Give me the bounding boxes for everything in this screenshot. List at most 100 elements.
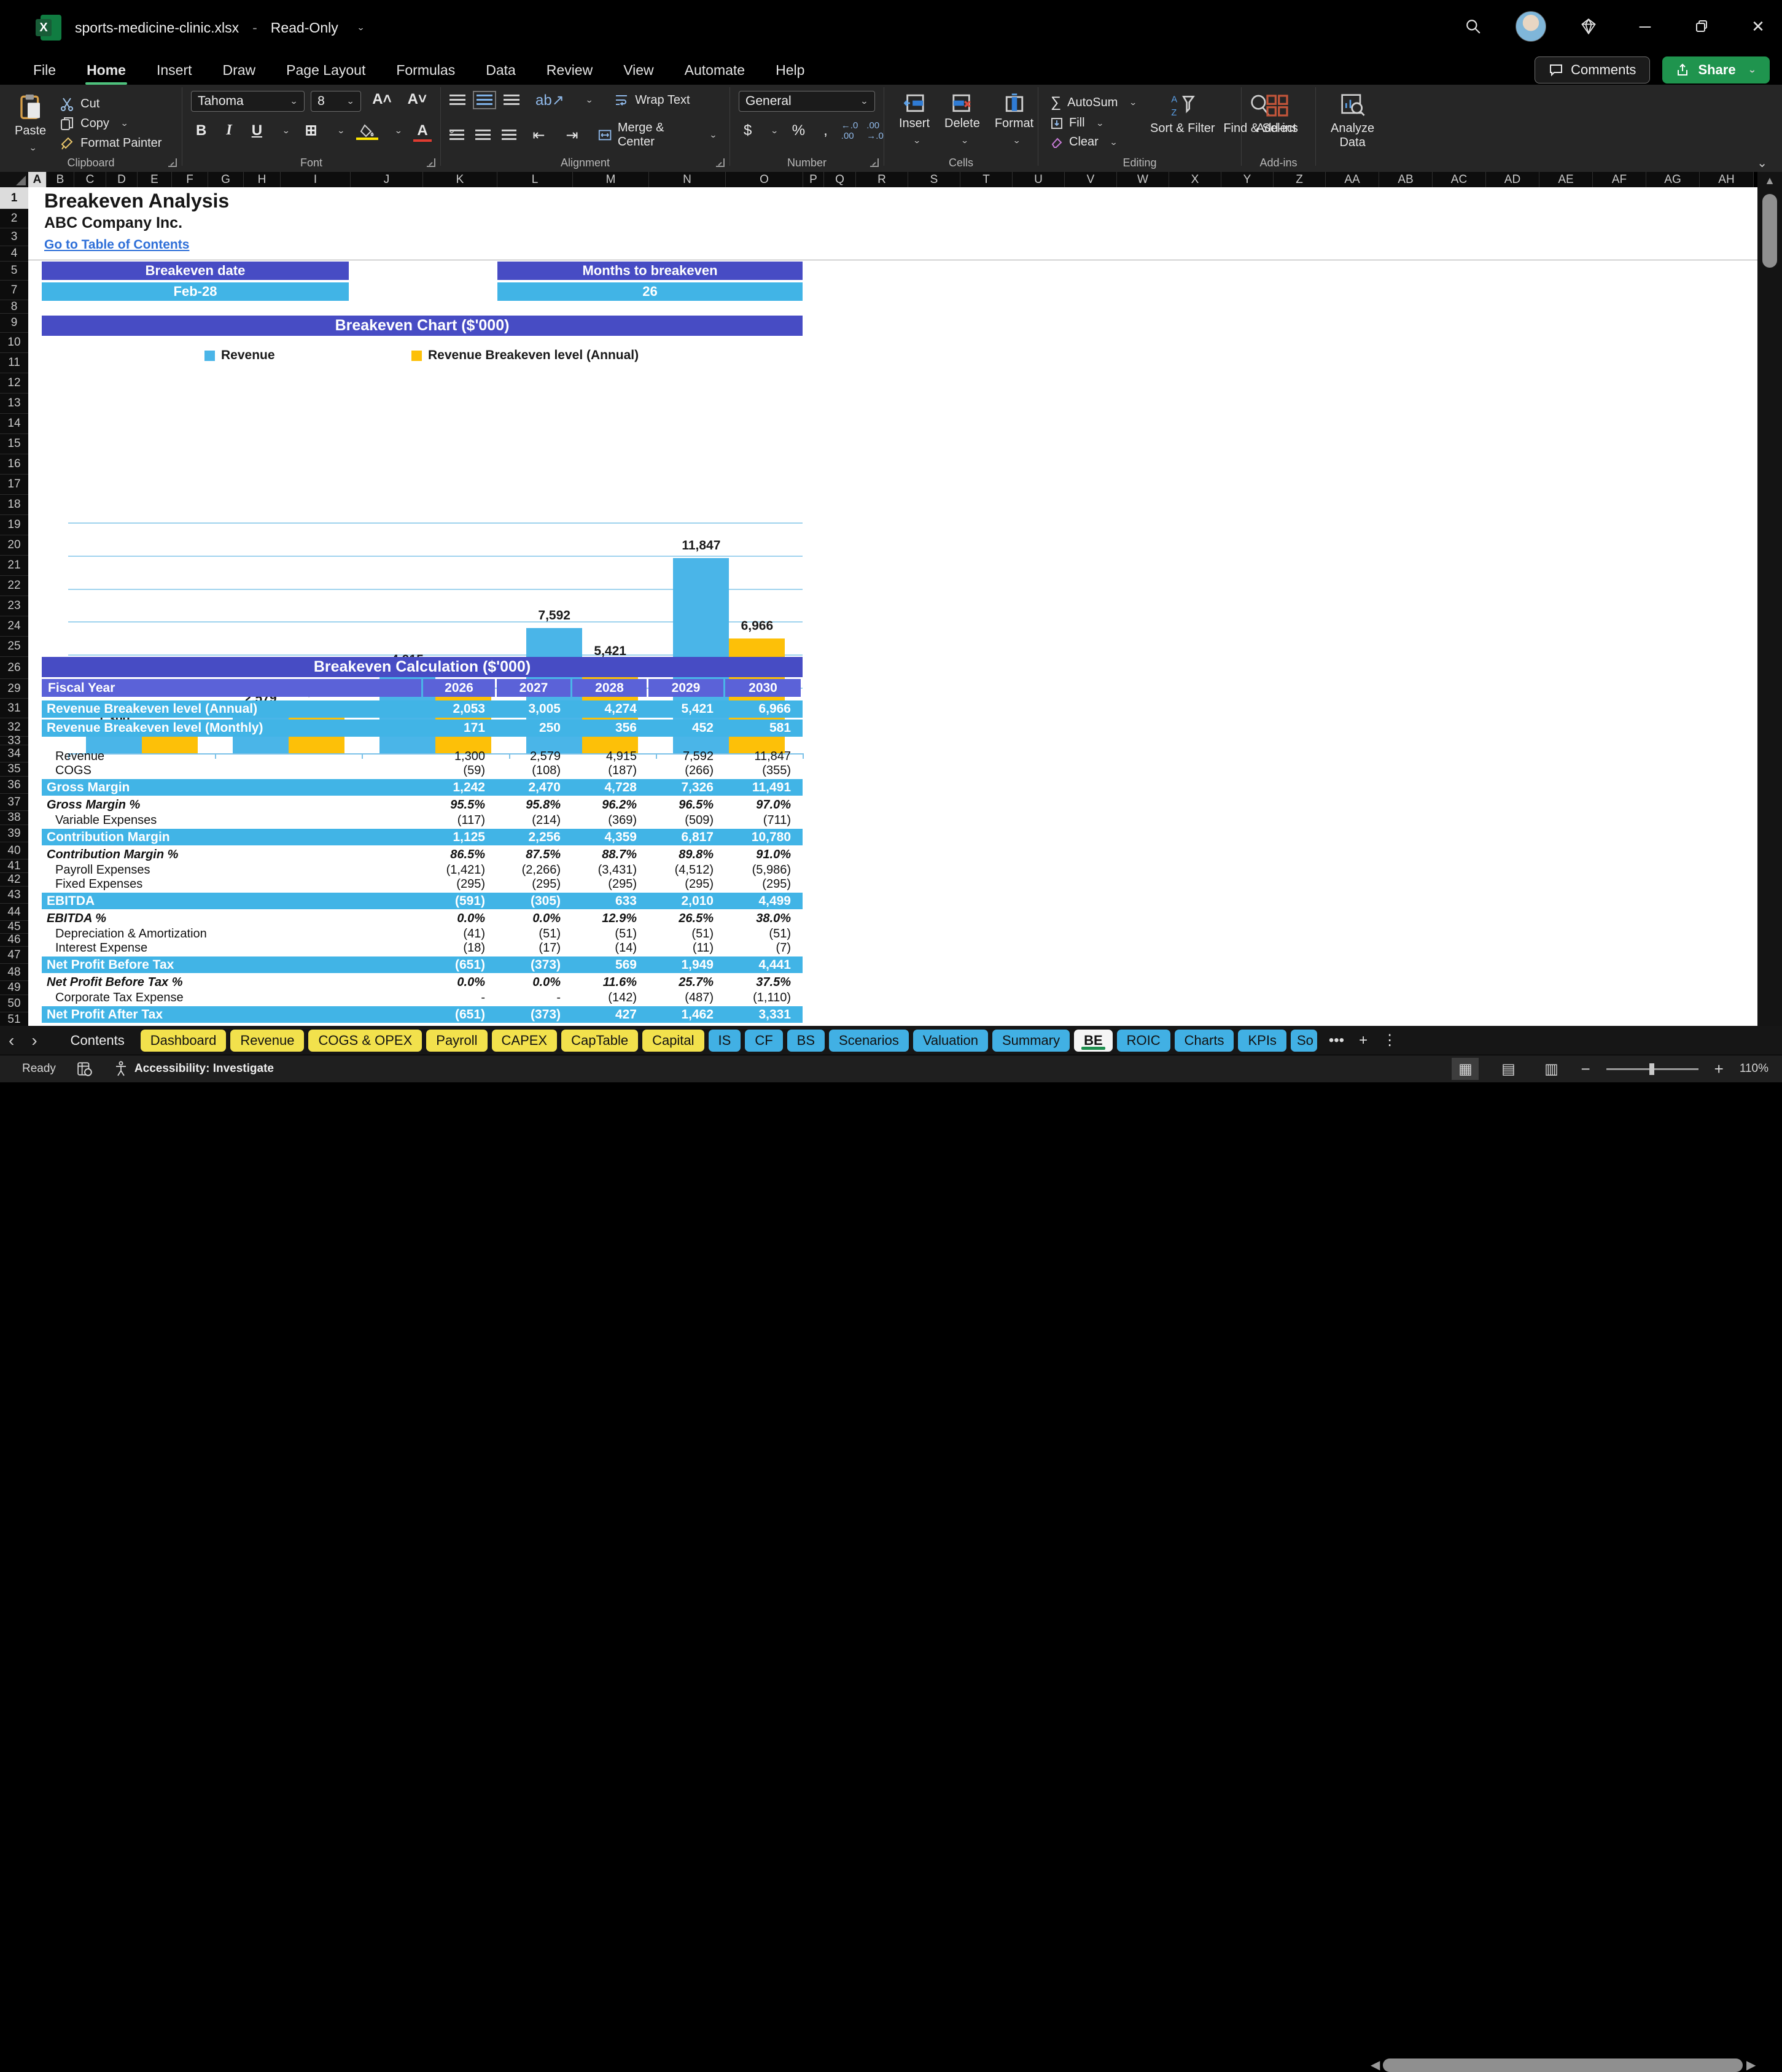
cell-value[interactable]: 86.5% xyxy=(420,848,494,862)
cell-value[interactable]: (7) xyxy=(722,941,800,955)
close-button[interactable]: ✕ xyxy=(1744,12,1772,41)
sheet-tab-bs[interactable]: BS xyxy=(787,1029,825,1052)
row-header-10[interactable]: 10 xyxy=(0,333,28,353)
cell-value[interactable]: 96.5% xyxy=(645,798,722,812)
cell-value[interactable]: 37.5% xyxy=(722,976,800,990)
row-header-33[interactable]: 33 xyxy=(0,734,28,747)
font-dialog-launcher[interactable] xyxy=(427,158,435,167)
column-header-K[interactable]: K xyxy=(423,172,497,187)
increase-indent-button[interactable]: ⇥ xyxy=(561,126,583,144)
font-name-select[interactable]: Tahoma ⌄ xyxy=(191,91,305,112)
table-row-depreciation-amortization[interactable]: Depreciation & Amortization (41) (51) (51)(… xyxy=(42,927,803,941)
cell-value[interactable]: 95.8% xyxy=(494,798,569,812)
row-header-19[interactable]: 19 xyxy=(0,515,28,535)
cell-value[interactable]: 87.5% xyxy=(494,848,569,862)
zoom-in-button[interactable]: + xyxy=(1714,1060,1724,1079)
row-header-25[interactable]: 25 xyxy=(0,637,28,657)
horizontal-scrollbar-thumb[interactable] xyxy=(1383,2058,1743,2072)
menu-tab-insert[interactable]: Insert xyxy=(146,60,203,81)
tab-scroll-right-button[interactable]: › xyxy=(23,1031,45,1050)
column-header-M[interactable]: M xyxy=(573,172,649,187)
table-row-payroll-expenses[interactable]: Payroll Expenses (1,421) (2,266) (3,431) (4,… xyxy=(42,863,803,877)
table-row-ebitda-[interactable]: EBITDA % 0.0% 0.0% 12.9% 26.5% 38.0% xyxy=(42,910,803,927)
row-header-44[interactable]: 44 xyxy=(0,904,28,921)
cell-value[interactable]: (711) xyxy=(722,813,800,828)
column-header-AH[interactable]: AH xyxy=(1700,172,1754,187)
cell-value[interactable]: 11.6% xyxy=(569,976,645,990)
cell-value[interactable]: 427 xyxy=(569,1007,645,1022)
column-header-C[interactable]: C xyxy=(74,172,106,187)
row-header-21[interactable]: 21 xyxy=(0,556,28,576)
cell-value[interactable]: (487) xyxy=(645,991,722,1005)
cell-value[interactable]: (187) xyxy=(569,764,645,778)
column-header-W[interactable]: W xyxy=(1117,172,1169,187)
cell-value[interactable]: (295) xyxy=(420,877,494,891)
column-header-B[interactable]: B xyxy=(47,172,74,187)
row-header-1[interactable]: 1 xyxy=(0,187,28,209)
cell-value[interactable]: 6,966 xyxy=(722,702,800,716)
copy-button[interactable]: Copy ⌄ xyxy=(56,114,165,133)
cell-value[interactable]: 97.0% xyxy=(722,798,800,812)
row-header-17[interactable]: 17 xyxy=(0,475,28,495)
menu-tab-data[interactable]: Data xyxy=(475,60,527,81)
chevron-down-icon[interactable]: ⌄ xyxy=(770,126,778,136)
column-header-E[interactable]: E xyxy=(138,172,172,187)
table-row-net-profit-after-tax[interactable]: Net Profit After Tax (651) (373) 427 1,462 3,… xyxy=(42,1006,803,1023)
vertical-scrollbar[interactable]: ▲ xyxy=(1757,172,1782,1026)
cell-value[interactable]: (4,512) xyxy=(645,863,722,877)
cell-value[interactable]: 3,005 xyxy=(494,702,569,716)
sheet-tab-scenarios[interactable]: Scenarios xyxy=(829,1029,909,1052)
table-row-revenue-breakeven-level-annual-[interactable]: Revenue Breakeven level (Annual) 2,053 3,0… xyxy=(42,700,803,718)
fiscal-year-2028[interactable]: 2028 xyxy=(572,679,647,697)
fiscal-year-2029[interactable]: 2029 xyxy=(648,679,723,697)
row-header-22[interactable]: 22 xyxy=(0,576,28,596)
cell-value[interactable]: 95.5% xyxy=(420,798,494,812)
table-row-contribution-margin-[interactable]: Contribution Margin % 86.5% 87.5% 88.7% 89.8… xyxy=(42,847,803,863)
cell-value[interactable]: (295) xyxy=(494,877,569,891)
comma-style-button[interactable]: , xyxy=(819,122,833,139)
sheet-tab-summary[interactable]: Summary xyxy=(992,1029,1070,1052)
cell-value[interactable]: 4,728 xyxy=(569,780,645,795)
chevron-down-icon[interactable]: ⌄ xyxy=(394,126,402,136)
cell-value[interactable]: 89.8% xyxy=(645,848,722,862)
sheet-tab-is[interactable]: IS xyxy=(708,1029,741,1052)
cell-value[interactable]: (266) xyxy=(645,764,722,778)
number-format-select[interactable]: General ⌄ xyxy=(739,91,875,112)
decrease-decimal-button[interactable]: .00 →.0 xyxy=(866,120,884,141)
cell-value[interactable]: 171 xyxy=(420,721,494,735)
menu-tab-home[interactable]: Home xyxy=(76,60,137,85)
zoom-slider[interactable] xyxy=(1606,1063,1698,1075)
table-row-fixed-expenses[interactable]: Fixed Expenses (295) (295) (295) (295) (295) xyxy=(42,877,803,891)
row-header-37[interactable]: 37 xyxy=(0,794,28,811)
row-header-42[interactable]: 42 xyxy=(0,873,28,887)
table-row-cogs[interactable]: COGS (59) (108) (187) (266) (355) xyxy=(42,764,803,778)
cell-value[interactable]: 581 xyxy=(722,721,800,735)
column-header-V[interactable]: V xyxy=(1065,172,1117,187)
cell-value[interactable]: 1,242 xyxy=(420,780,494,795)
accounting-format-button[interactable]: $ xyxy=(739,122,757,139)
macro-recording-icon[interactable] xyxy=(77,1061,93,1077)
row-header-20[interactable]: 20 xyxy=(0,535,28,556)
table-row-ebitda[interactable]: EBITDA (591) (305) 633 2,010 4,499 xyxy=(42,893,803,909)
cell-value[interactable]: (51) xyxy=(494,927,569,941)
align-top-button[interactable] xyxy=(449,95,465,106)
wrap-text-button[interactable]: Wrap Text xyxy=(610,91,693,109)
cell-value[interactable]: 5,421 xyxy=(645,702,722,716)
table-of-contents-link[interactable]: Go to Table of Contents xyxy=(44,238,189,252)
column-header-P[interactable]: P xyxy=(803,172,824,187)
cell-value[interactable]: (59) xyxy=(420,764,494,778)
cut-button[interactable]: Cut xyxy=(56,95,165,113)
row-header-18[interactable]: 18 xyxy=(0,495,28,515)
cell-value[interactable]: 4,499 xyxy=(722,894,800,909)
menu-tab-page-layout[interactable]: Page Layout xyxy=(275,60,376,81)
chevron-down-icon[interactable]: ⌄ xyxy=(585,95,593,105)
sheet-tab-cogs-opex[interactable]: COGS & OPEX xyxy=(308,1029,422,1052)
cell-value[interactable]: (1,421) xyxy=(420,863,494,877)
row-header-34[interactable]: 34 xyxy=(0,745,28,762)
sort-filter-button[interactable]: AZ Sort & Filter xyxy=(1147,91,1218,151)
sheet-tab-kpis[interactable]: KPIs xyxy=(1238,1029,1286,1052)
zoom-out-button[interactable]: − xyxy=(1581,1060,1590,1079)
clear-button[interactable]: Clear ⌄ xyxy=(1047,133,1141,151)
font-color-button[interactable]: A xyxy=(412,122,432,139)
row-header-38[interactable]: 38 xyxy=(0,811,28,825)
